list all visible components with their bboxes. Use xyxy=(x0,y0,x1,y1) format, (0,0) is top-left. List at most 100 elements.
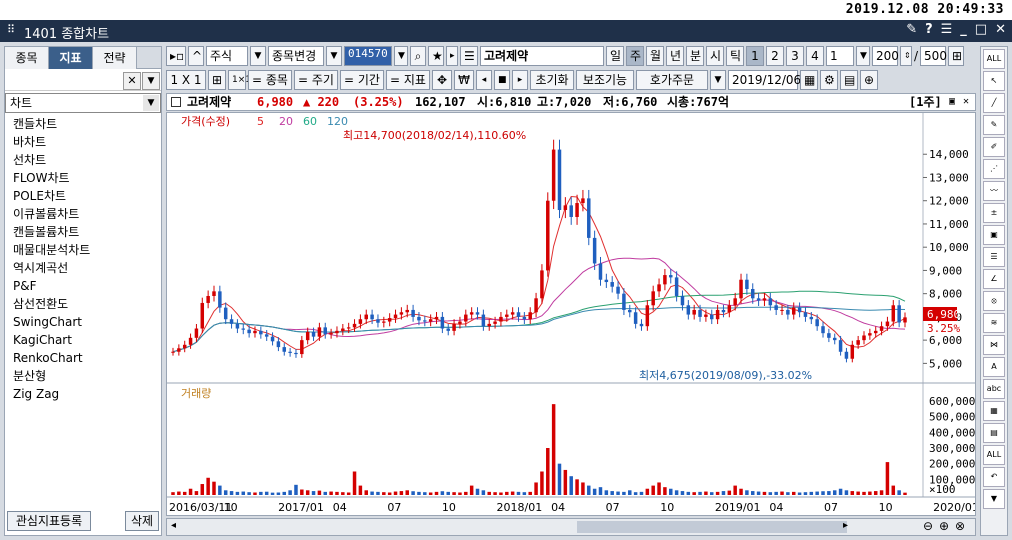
period-hour[interactable]: 시 xyxy=(706,46,724,66)
checkbox[interactable] xyxy=(171,97,181,107)
channel-icon[interactable]: ≋ xyxy=(983,313,1005,333)
move-icon[interactable]: ✥ xyxy=(432,70,452,90)
calendar-icon[interactable]: ▦ xyxy=(800,70,818,90)
undo-icon[interactable]: ↶ xyxy=(983,467,1005,487)
chart-area[interactable]: 14,000 13,000 12,000 11,000 10,000 9,000 8,000… xyxy=(166,112,979,516)
chart-type-select[interactable]: 차트 ▼ xyxy=(5,93,161,113)
period-tick[interactable]: 틱 xyxy=(726,46,744,66)
list-item[interactable]: 분산형 xyxy=(5,367,161,385)
list-item[interactable]: KagiChart xyxy=(5,331,161,349)
pin-icon[interactable]: ✎ xyxy=(906,22,917,37)
chevron-down-icon[interactable]: ▼ xyxy=(394,46,408,66)
delete-button[interactable]: 삭제 xyxy=(125,511,159,531)
abc-icon[interactable]: abc xyxy=(983,379,1005,399)
gear-icon[interactable]: ⚙ xyxy=(820,70,838,90)
angle-icon[interactable]: ∠ xyxy=(983,269,1005,289)
cycle-icon[interactable]: ⦻ xyxy=(983,291,1005,311)
clear-search-icon[interactable]: ✕ xyxy=(123,72,141,90)
scroll-thumb[interactable] xyxy=(577,521,847,533)
currency-icon[interactable]: ₩ xyxy=(454,70,474,90)
sync-index-button[interactable]: = 지표 xyxy=(386,70,430,90)
list-item[interactable]: 바차트 xyxy=(5,133,161,151)
text-icon[interactable]: A xyxy=(983,357,1005,377)
level-icon[interactable]: ± xyxy=(983,203,1005,223)
gann-icon[interactable]: ⋈ xyxy=(983,335,1005,355)
all-tool-icon[interactable]: ALL xyxy=(983,49,1005,69)
period-week[interactable]: 주 xyxy=(626,46,644,66)
interval-2[interactable]: 2 xyxy=(766,46,784,66)
chevron-down-icon[interactable]: ▼ xyxy=(856,46,870,66)
aux-function-button[interactable]: 보조기능 xyxy=(576,70,634,90)
trendline-icon[interactable]: ╱ xyxy=(983,93,1005,113)
list-item[interactable]: Zig Zag xyxy=(5,385,161,403)
help-icon[interactable]: ? xyxy=(925,22,933,37)
sync-period-button[interactable]: = 기간 xyxy=(340,70,384,90)
period-month[interactable]: 월 xyxy=(646,46,664,66)
grid-icon[interactable]: ⊞ xyxy=(208,70,226,90)
reset-button[interactable]: 초기화 xyxy=(530,70,574,90)
close-button[interactable]: ✕ xyxy=(995,22,1006,37)
period-year[interactable]: 년 xyxy=(666,46,684,66)
prev-icon[interactable]: ◂ xyxy=(476,70,492,90)
chevron-right-icon[interactable]: ▸ xyxy=(446,46,458,66)
period-minute[interactable]: 분 xyxy=(686,46,704,66)
scroll-down-icon[interactable]: ▼ xyxy=(983,489,1005,509)
list-item[interactable]: 매물대분석차트 xyxy=(5,241,161,259)
stepper-icon[interactable]: ⇕ xyxy=(900,46,912,66)
zoom-out-icon[interactable]: ⊖ xyxy=(923,519,933,533)
box-icon[interactable]: ▣ xyxy=(983,225,1005,245)
tab-strategy[interactable]: 전략 xyxy=(93,47,137,69)
order-button[interactable]: 호가주문 xyxy=(636,70,708,90)
all-delete-icon[interactable]: ALL xyxy=(983,445,1005,465)
interval-3[interactable]: 3 xyxy=(786,46,804,66)
sync-stock-button[interactable]: = 종목 xyxy=(248,70,292,90)
date-input[interactable]: 2019/12/06 xyxy=(728,70,801,90)
list-item[interactable]: FLOW차트 xyxy=(5,169,161,187)
minimize-button[interactable]: _ xyxy=(960,22,967,37)
period-day[interactable]: 일 xyxy=(606,46,624,66)
chevron-down-icon[interactable]: ▼ xyxy=(326,46,342,66)
list-item[interactable]: 역시계곡선 xyxy=(5,259,161,277)
menu-icon[interactable]: ☰ xyxy=(941,22,953,37)
zoom-icon[interactable]: ⊕ xyxy=(860,70,878,90)
interval-4[interactable]: 4 xyxy=(806,46,824,66)
interval-1[interactable]: 1 xyxy=(746,46,764,66)
play-icon[interactable]: ▸▫ xyxy=(166,46,186,66)
list-item[interactable]: POLE차트 xyxy=(5,187,161,205)
list-item[interactable]: RenkoChart xyxy=(5,349,161,367)
restore-icon[interactable]: ▣ xyxy=(949,94,955,110)
count-input[interactable]: 200 xyxy=(872,46,899,66)
list-item[interactable]: 캔들볼륨차트 xyxy=(5,223,161,241)
close-icon[interactable]: ✕ xyxy=(963,94,969,110)
list-item[interactable]: 캔들차트 xyxy=(5,115,161,133)
list-icon[interactable]: ☰ xyxy=(460,46,478,66)
next-icon[interactable]: ▸ xyxy=(512,70,528,90)
pencil-icon[interactable]: ✎ xyxy=(983,115,1005,135)
fan-icon[interactable]: ⋰ xyxy=(983,159,1005,179)
zoom-in-icon[interactable]: ⊕ xyxy=(939,519,949,533)
scroll-right-icon[interactable]: ▸ xyxy=(843,520,848,531)
stock-change-select[interactable]: 종목변경 xyxy=(268,46,324,66)
marker-icon[interactable]: ✐ xyxy=(983,137,1005,157)
chart-scrollbar[interactable]: ◂ ▸ ⊖ ⊕ ⊗ xyxy=(166,518,976,536)
list-item[interactable]: 선차트 xyxy=(5,151,161,169)
list-item[interactable]: SwingChart xyxy=(5,313,161,331)
fibonacci-icon[interactable]: ☰ xyxy=(983,247,1005,267)
search-icon[interactable]: ⌕ xyxy=(410,46,426,66)
ruler-icon[interactable]: ▤ xyxy=(983,423,1005,443)
wave-icon[interactable]: 〰 xyxy=(983,181,1005,201)
tab-indicator[interactable]: 지표 xyxy=(49,47,93,69)
table-icon[interactable]: ▤ xyxy=(840,70,858,90)
one-by-one-icon[interactable]: 1×1 xyxy=(228,70,251,90)
scroll-left-icon[interactable]: ◂ xyxy=(171,520,176,531)
chevron-down-icon[interactable]: ▼ xyxy=(250,46,266,66)
zoom-reset-icon[interactable]: ⊗ xyxy=(955,519,965,533)
chevron-down-icon[interactable]: ▼ xyxy=(710,70,726,90)
list-item[interactable]: 삼선전환도 xyxy=(5,295,161,313)
chevron-up-icon[interactable]: ^ xyxy=(188,46,204,66)
star-icon[interactable]: ★ xyxy=(428,46,444,66)
stop-icon[interactable]: ■ xyxy=(494,70,510,90)
tab-stock[interactable]: 종목 xyxy=(5,47,49,69)
interval-input[interactable]: 1 xyxy=(826,46,854,66)
add-window-icon[interactable]: ⊞ xyxy=(948,46,965,66)
